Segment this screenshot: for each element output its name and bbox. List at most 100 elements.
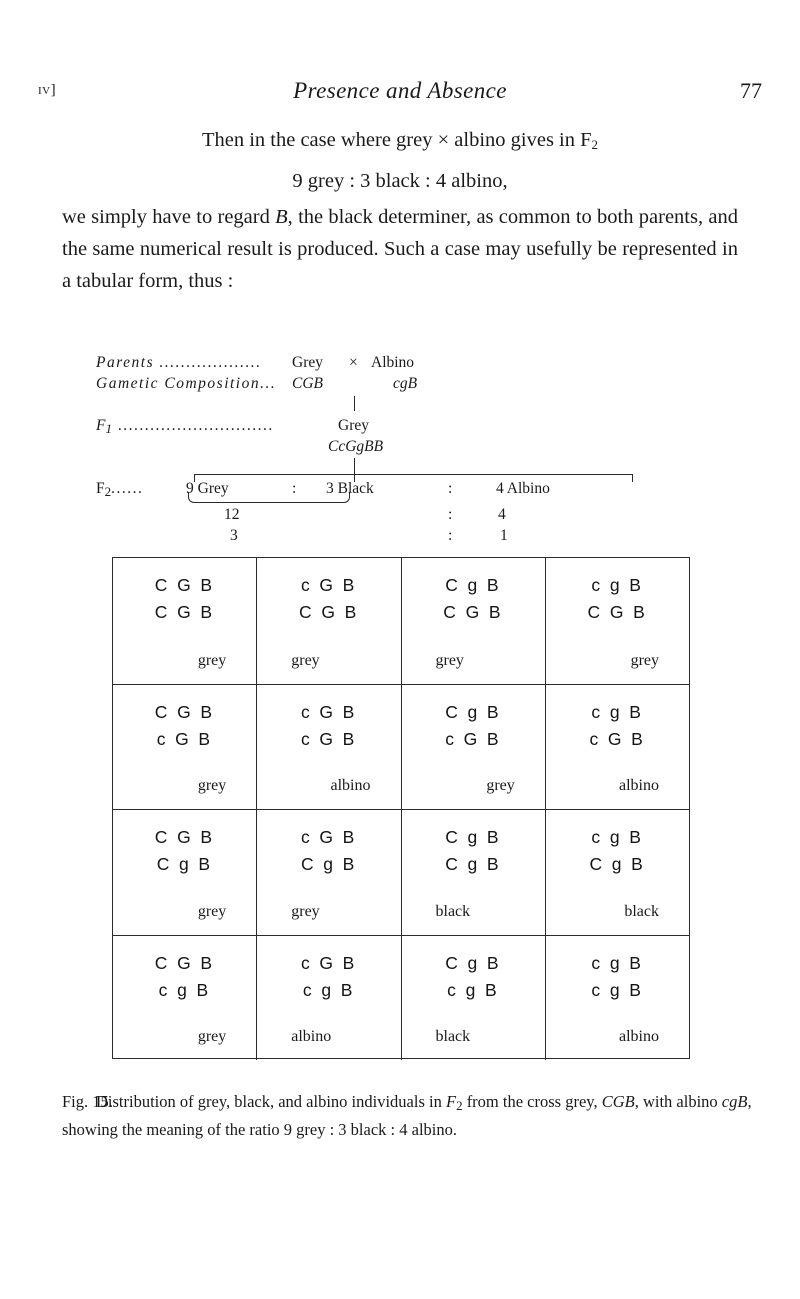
phenotype-label: albino: [619, 1028, 659, 1045]
gamete-bottom: C g B: [589, 854, 646, 874]
table-cell: c g B c g B albino: [544, 935, 689, 1060]
f2-ratio-1: 1: [500, 527, 508, 544]
table-cell: c g B C g B black: [544, 810, 689, 935]
table-cell: C g B C g B black: [400, 810, 545, 935]
gamete-top: c g B: [591, 952, 644, 973]
table-row: C G B c G B grey c G B c G B albino C g …: [113, 683, 689, 810]
table-cell: C G B c g B grey: [113, 936, 256, 1061]
phenotype-label: black: [624, 902, 659, 920]
f1-label-sub: 1: [105, 421, 112, 436]
f2-dots: ......: [111, 480, 144, 497]
phenotype-label: albino: [291, 1028, 332, 1045]
table-row: C G B C G B grey c G B C G B grey C g B …: [113, 558, 689, 684]
phenotype-label: grey: [197, 902, 227, 920]
gametic-cgb-recessive: cgB: [393, 375, 418, 392]
paragraph-2: we simply have to regard B, the black de…: [62, 201, 738, 297]
table-cell: C g B C G B grey: [400, 558, 545, 684]
f2-label-f: F: [96, 480, 105, 497]
f2-ratio-4: 4: [498, 506, 506, 523]
f2-ratio-12: 12: [224, 506, 240, 523]
paragraph-2-symbol-b: B: [275, 206, 288, 228]
pedigree-gametic-row: Gametic Composition... CGB cgB: [96, 373, 417, 394]
paragraph-2-a: we simply have to regard: [62, 206, 276, 228]
f2-colon-2: :: [448, 480, 453, 497]
caption-c: , with albino: [634, 1092, 722, 1111]
gamete-bottom: c g B: [591, 979, 644, 1000]
parents-label: Parents ...................: [96, 354, 262, 371]
parents-albino: Albino: [371, 354, 415, 371]
page-number: 77: [740, 78, 762, 103]
phenotype-label: grey: [291, 902, 320, 920]
gamete-bottom: C G B: [299, 602, 359, 622]
gamete-bottom: C g B: [300, 854, 357, 874]
f2-ratio-3: 3: [230, 527, 238, 544]
table-row: C G B c g B grey c G B c g B albino C g …: [113, 934, 689, 1061]
caption-genotype-1: CGB: [601, 1092, 635, 1111]
gamete-top: c G B: [300, 575, 357, 595]
f1-genotype: CcGgBB: [328, 438, 384, 455]
f2-ratio-colon-1: :: [448, 506, 453, 523]
phenotype-label: grey: [435, 651, 464, 669]
gamete-bottom: c g B: [447, 979, 500, 1000]
figure-label: Fig. 15.: [62, 1092, 113, 1111]
table-row: C G B C g B grey c G B C g B grey C g B …: [113, 809, 689, 935]
table-cell: c G B c g B albino: [256, 935, 400, 1060]
pedigree-connector-1: [354, 396, 355, 411]
gamete-top: c G B: [300, 952, 357, 973]
gamete-bottom: c G B: [589, 728, 646, 749]
gamete-top: C G B: [154, 575, 215, 595]
ratio-line: 9 grey : 3 black : 4 albino,: [292, 170, 508, 192]
gamete-bottom: C G B: [154, 602, 215, 622]
pedigree-f1-row: F1 ............................. Grey Cc…: [96, 415, 383, 455]
gamete-bottom: C g B: [156, 854, 213, 874]
gamete-bottom: C G B: [443, 602, 503, 622]
gamete-top: c g B: [591, 827, 644, 847]
paragraph-1-subscript: 2: [591, 137, 599, 152]
f1-label: F1: [96, 417, 112, 436]
gamete-top: C g B: [445, 952, 502, 973]
gamete-top: C G B: [154, 701, 215, 722]
table-cell: c G B C G B grey: [256, 558, 400, 684]
paragraph-1-text: Then in the case where grey × albino giv…: [201, 129, 592, 151]
gamete-top: c g B: [591, 575, 644, 595]
gamete-bottom: C g B: [445, 854, 502, 874]
table-cell: C G B c G B grey: [113, 685, 256, 810]
caption-b: from the cross grey,: [462, 1092, 602, 1111]
page-title: Presence and Absence: [293, 78, 507, 103]
gamete-top: C G B: [154, 952, 215, 973]
gamete-bottom: c G B: [156, 728, 213, 749]
phenotype-label: grey: [197, 651, 227, 669]
gamete-top: c G B: [300, 701, 357, 722]
phenotype-label: black: [435, 1028, 471, 1045]
table-cell: C g B c g B black: [400, 935, 545, 1060]
pedigree-connector-2: [354, 458, 355, 474]
table-cell: C G B C G B grey: [113, 558, 256, 684]
gamete-top: c g B: [591, 701, 644, 722]
gamete-top: C g B: [445, 575, 502, 595]
gamete-bottom: C G B: [587, 602, 648, 622]
f1-grey: Grey: [338, 417, 369, 434]
figure-caption: Fig. 15. Distribution of grey, black, an…: [62, 1090, 752, 1142]
caption-a: Distribution of grey, black, and albino …: [96, 1092, 446, 1111]
cross-symbol: ×: [349, 354, 358, 371]
phenotype-label: albino: [619, 777, 659, 794]
gamete-top: C g B: [445, 827, 502, 847]
phenotype-label: grey: [486, 777, 515, 794]
table-cell: c g B C G B grey: [544, 558, 689, 684]
caption-genotype-2: cgB: [721, 1092, 748, 1111]
gamete-bottom: c G B: [300, 728, 357, 749]
gamete-top: c G B: [300, 827, 357, 847]
phenotype-label: albino: [330, 777, 371, 794]
f2-brace: [188, 492, 350, 503]
phenotype-label: grey: [197, 777, 227, 794]
figure-caption-text: Distribution of grey, black, and albino …: [62, 1092, 752, 1139]
body-text: Then in the case where grey × albino giv…: [62, 122, 738, 297]
table-cell: C g B c G B grey: [400, 684, 545, 809]
gametic-cgb-dominant: CGB: [292, 375, 323, 392]
f2-label: F2......: [96, 478, 143, 502]
f2-albino: 4 Albino: [496, 480, 550, 497]
gamete-bottom: c g B: [302, 979, 355, 1000]
caption-f: F: [445, 1092, 457, 1111]
table-cell: C G B C g B grey: [113, 810, 256, 935]
paragraph-1: Then in the case where grey × albino giv…: [62, 124, 738, 161]
